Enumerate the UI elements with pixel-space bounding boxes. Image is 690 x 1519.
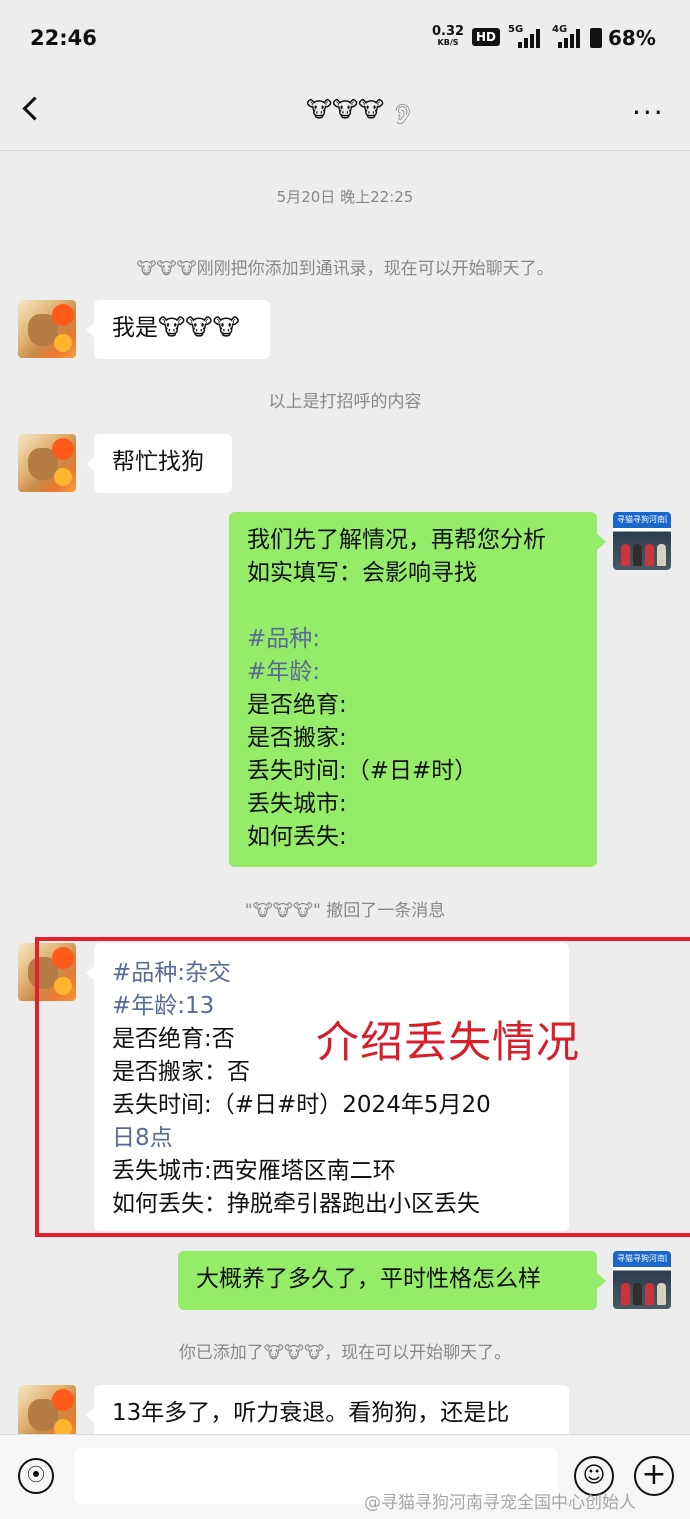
signal-4g-icon — [558, 28, 586, 48]
system-message-added: 你已添加了🐮🐮🐮，现在可以开始聊天了。 — [178, 1343, 512, 1363]
more-options-icon[interactable]: ··· — [632, 96, 665, 129]
network-speed: 0.32 KB/S — [432, 24, 465, 47]
timestamp: 5月20日 晚上22:25 — [276, 188, 414, 206]
highlight-box — [35, 937, 690, 1237]
hd-badge: HD — [472, 28, 501, 46]
watermark: @寻猫寻狗河南寻宠全国中心创始人 — [364, 1493, 636, 1513]
signal-5g-icon — [518, 28, 546, 48]
voice-input-icon[interactable]: ⦿ — [18, 1458, 54, 1494]
system-message-added: 🐮🐮🐮刚刚把你添加到通讯录，现在可以开始聊天了。 — [136, 259, 554, 279]
my-avatar[interactable]: 寻猫寻狗河南团队 — [613, 512, 671, 570]
message-bubble[interactable]: 帮忙找狗 — [94, 434, 232, 493]
recall-notice: "🐮🐮🐮" 撤回了一条消息 — [244, 901, 446, 921]
outgoing-message-bubble[interactable]: 大概养了多久了，平时性格怎么样 — [178, 1251, 597, 1310]
outgoing-message-bubble[interactable]: 我们先了解情况，再帮您分析 如实填写：会影响寻找 #品种: #年龄: 是否绝育:… — [229, 512, 597, 867]
battery-level: 68% — [608, 26, 656, 50]
message-bubble[interactable]: 我是🐮🐮🐮 — [94, 300, 270, 359]
plus-icon[interactable]: + — [634, 1456, 674, 1496]
status-time: 22:46 — [30, 26, 97, 50]
status-bar: 22:46 0.32 KB/S HD 5G 4G 68% — [0, 0, 690, 76]
my-avatar[interactable]: 寻猫寻狗河南团队 — [613, 1251, 671, 1309]
ear-icon: 👂︎ — [390, 102, 416, 126]
contact-avatar[interactable] — [18, 434, 76, 492]
greeting-note: 以上是打招呼的内容 — [268, 392, 422, 412]
battery-icon — [590, 28, 602, 48]
contact-avatar[interactable] — [18, 300, 76, 358]
chat-title: 🐮🐮🐮 — [305, 98, 385, 123]
annotation-text: 介绍丢失情况 — [316, 1018, 580, 1068]
